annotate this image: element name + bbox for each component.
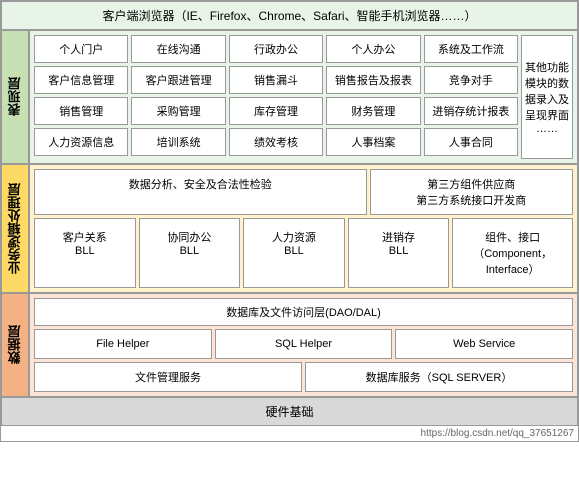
cell-personnel-file: 人事档案 — [326, 128, 420, 156]
cell-online-comm: 在线沟通 — [131, 35, 225, 63]
browser-bar: 客户端浏览器（IE、Firefox、Chrome、Safari、智能手机浏览器…… — [1, 1, 578, 30]
biz-third-party: 第三方组件供应商第三方系统接口开发商 — [370, 169, 574, 215]
cell-personal-portal: 个人门户 — [34, 35, 128, 63]
cell-customer-follow: 客户跟进管理 — [131, 66, 225, 94]
pres-outer: 个人门户 在线沟通 行政办公 个人办公 系统及工作流 客户信息管理 客户跟进管理… — [34, 35, 573, 159]
browser-bar-text: 客户端浏览器（IE、Firefox、Chrome、Safari、智能手机浏览器…… — [102, 9, 476, 23]
data-dao-text: 数据库及文件访问层(DAO/DAL) — [226, 307, 381, 319]
data-sql-helper: SQL Helper — [215, 329, 393, 359]
cell-sales-mgmt: 销售管理 — [34, 97, 128, 125]
data-layer-label: 数据层 — [1, 293, 29, 397]
cell-admin-office: 行政办公 — [229, 35, 323, 63]
biz-inventory-bll: 进销存BLL — [348, 218, 450, 288]
pres-right-special: 其他功能模块的数据录入及呈现界面…… — [521, 35, 573, 159]
biz-hr-bll: 人力资源BLL — [243, 218, 345, 288]
cell-sales-report: 销售报告及报表 — [326, 66, 420, 94]
data-service-row: 文件管理服务 数据库服务（SQL SERVER） — [34, 362, 573, 392]
business-layer: 业务逻辑处理层 数据分析、安全及合法性检验 第三方组件供应商第三方系统接口开发商… — [1, 164, 578, 293]
data-label-text: 数据层 — [6, 326, 25, 365]
biz-bottom-row: 客户关系BLL 协同办公BLL 人力资源BLL 进销存BLL 组件、接口（Com… — [34, 218, 573, 288]
biz-crm-bll: 客户关系BLL — [34, 218, 136, 288]
biz-collab-bll: 协同办公BLL — [139, 218, 241, 288]
cell-training: 培训系统 — [131, 128, 225, 156]
pres-row-4: 人力资源信息 培训系统 绩效考核 人事档案 人事合同 — [34, 128, 518, 156]
cell-personnel-contract: 人事合同 — [424, 128, 518, 156]
biz-data-analysis: 数据分析、安全及合法性检验 — [34, 169, 367, 215]
data-db-service: 数据库服务（SQL SERVER） — [305, 362, 573, 392]
data-file-helper: File Helper — [34, 329, 212, 359]
biz-top-row: 数据分析、安全及合法性检验 第三方组件供应商第三方系统接口开发商 — [34, 169, 573, 215]
cell-inventory-report: 进销存统计报表 — [424, 97, 518, 125]
pres-main-grid: 个人门户 在线沟通 行政办公 个人办公 系统及工作流 客户信息管理 客户跟进管理… — [34, 35, 518, 159]
cell-sys-workflow: 系统及工作流 — [424, 35, 518, 63]
data-web-service: Web Service — [395, 329, 573, 359]
cell-personal-office: 个人办公 — [326, 35, 420, 63]
cell-inventory-mgmt: 库存管理 — [229, 97, 323, 125]
presentation-label-text: 表现层 — [6, 78, 25, 117]
business-label-text: 业务逻辑处理层 — [6, 183, 25, 274]
hardware-bar-text: 硬件基础 — [265, 405, 313, 419]
presentation-layer-label: 表现层 — [1, 30, 29, 164]
architecture-diagram: 客户端浏览器（IE、Firefox、Chrome、Safari、智能手机浏览器…… — [0, 0, 579, 442]
business-layer-content: 数据分析、安全及合法性检验 第三方组件供应商第三方系统接口开发商 客户关系BLL… — [29, 164, 578, 293]
data-layer: 数据层 数据库及文件访问层(DAO/DAL) File Helper SQL H… — [1, 293, 578, 397]
data-dao: 数据库及文件访问层(DAO/DAL) — [34, 298, 573, 326]
cell-finance-mgmt: 财务管理 — [326, 97, 420, 125]
data-layer-content: 数据库及文件访问层(DAO/DAL) File Helper SQL Helpe… — [29, 293, 578, 397]
cell-customer-info: 客户信息管理 — [34, 66, 128, 94]
biz-top-left-text: 数据分析、安全及合法性检验 — [129, 179, 272, 191]
business-layer-label: 业务逻辑处理层 — [1, 164, 29, 293]
presentation-layer: 表现层 个人门户 在线沟通 行政办公 个人办公 系统及工作流 客户信息管理 客户… — [1, 30, 578, 164]
pres-row-3: 销售管理 采购管理 库存管理 财务管理 进销存统计报表 — [34, 97, 518, 125]
pres-row-1: 个人门户 在线沟通 行政办公 个人办公 系统及工作流 — [34, 35, 518, 63]
url-text: https://blog.csdn.net/qq_37651267 — [421, 428, 574, 439]
biz-component: 组件、接口（Component，Interface） — [452, 218, 573, 288]
data-helper-row: File Helper SQL Helper Web Service — [34, 329, 573, 359]
pres-row-2: 客户信息管理 客户跟进管理 销售漏斗 销售报告及报表 竞争对手 — [34, 66, 518, 94]
cell-sales-funnel: 销售漏斗 — [229, 66, 323, 94]
cell-competition: 竞争对手 — [424, 66, 518, 94]
url-bar: https://blog.csdn.net/qq_37651267 — [1, 426, 578, 441]
cell-performance: 绩效考核 — [229, 128, 323, 156]
cell-purchase-mgmt: 采购管理 — [131, 97, 225, 125]
cell-hr-info: 人力资源信息 — [34, 128, 128, 156]
data-file-service: 文件管理服务 — [34, 362, 302, 392]
presentation-layer-content: 个人门户 在线沟通 行政办公 个人办公 系统及工作流 客户信息管理 客户跟进管理… — [29, 30, 578, 164]
hardware-bar: 硬件基础 — [1, 397, 578, 426]
